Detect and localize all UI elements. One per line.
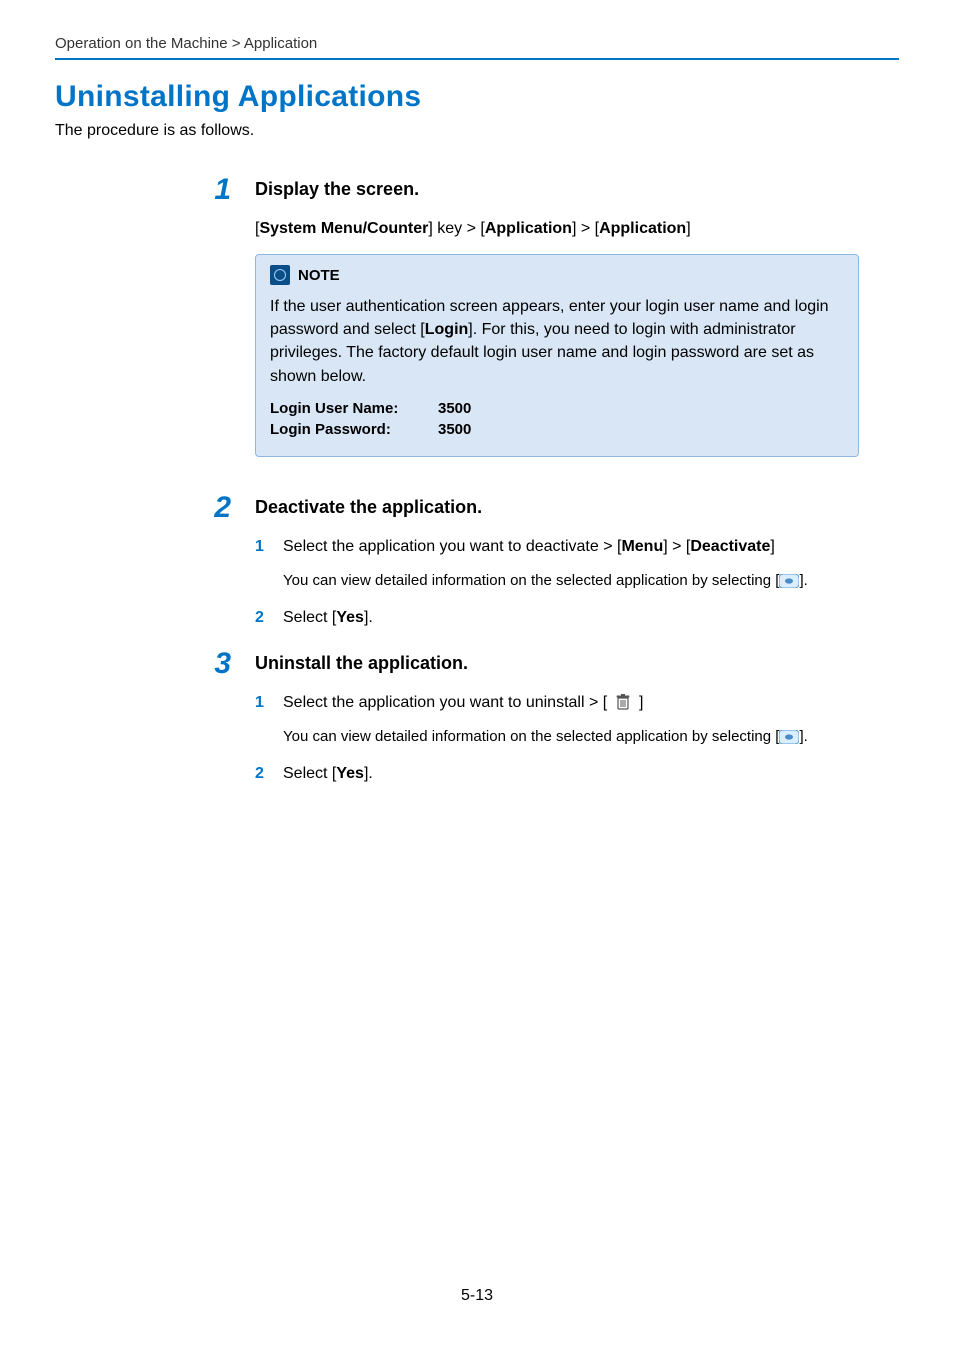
breadcrumb: Operation on the Machine > Application xyxy=(55,35,899,52)
page-title: Uninstalling Applications xyxy=(55,80,899,114)
substep-note: You can view detailed information on the… xyxy=(283,572,859,589)
trash-icon xyxy=(612,694,635,712)
cred-value: 3500 xyxy=(438,400,471,417)
substep: 1 Select the application you want to uni… xyxy=(255,694,859,712)
divider xyxy=(55,58,899,60)
note-body: If the user authentication screen appear… xyxy=(270,295,844,388)
substep-number: 2 xyxy=(255,765,273,783)
step-heading: Uninstall the application. xyxy=(255,653,859,674)
substep-text: Select [Yes]. xyxy=(283,765,373,783)
substep: 1 Select the application you want to dea… xyxy=(255,538,859,556)
cred-value: 3500 xyxy=(438,421,471,438)
intro-text: The procedure is as follows. xyxy=(55,122,899,140)
step-heading: Deactivate the application. xyxy=(255,497,859,518)
step-1: 1 Display the screen. [System Menu/Count… xyxy=(55,175,899,487)
substep-number: 1 xyxy=(255,538,273,556)
step-number: 1 xyxy=(185,175,231,205)
substep: 2 Select [Yes]. xyxy=(255,765,859,783)
page-number: 5-13 xyxy=(0,1287,954,1305)
substep-text: Select the application you want to deact… xyxy=(283,538,775,556)
step-3: 3 Uninstall the application. 1 Select th… xyxy=(55,649,899,799)
detail-icon xyxy=(779,730,799,744)
substep: 2 Select [Yes]. xyxy=(255,609,859,627)
step-number: 3 xyxy=(185,649,231,679)
credentials-table: Login User Name: 3500 Login Password: 35… xyxy=(270,400,844,438)
substep-number: 1 xyxy=(255,694,273,712)
substep-note: You can view detailed information on the… xyxy=(283,728,859,745)
cred-label: Login User Name: xyxy=(270,400,420,417)
substep-text: Select [Yes]. xyxy=(283,609,373,627)
note-title: NOTE xyxy=(298,267,340,284)
detail-icon xyxy=(779,574,799,588)
substep-text: Select the application you want to unins… xyxy=(283,694,643,712)
note-box: NOTE If the user authentication screen a… xyxy=(255,254,859,457)
nav-path: [System Menu/Counter] key > [Application… xyxy=(255,220,859,238)
step-number: 2 xyxy=(185,493,231,523)
step-2: 2 Deactivate the application. 1 Select t… xyxy=(55,493,899,643)
note-icon xyxy=(270,265,290,285)
step-heading: Display the screen. xyxy=(255,179,859,200)
cred-label: Login Password: xyxy=(270,421,420,438)
substep-number: 2 xyxy=(255,609,273,627)
